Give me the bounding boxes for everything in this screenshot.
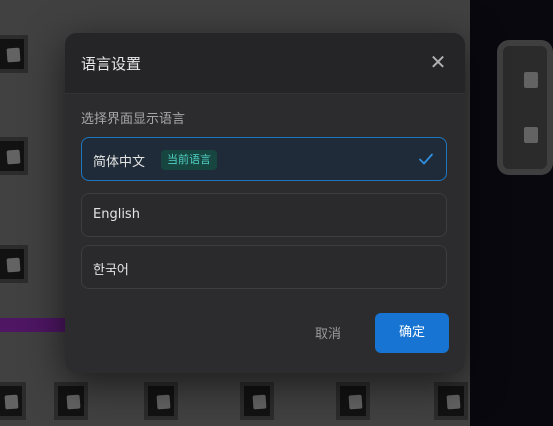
language-option-en[interactable]: English bbox=[81, 193, 447, 237]
language-option-zh[interactable]: 简体中文 当前语言 bbox=[81, 137, 447, 181]
current-language-badge: 当前语言 bbox=[161, 150, 217, 170]
confirm-button[interactable]: 确定 bbox=[375, 313, 449, 353]
close-icon[interactable]: ✕ bbox=[427, 51, 449, 73]
dialog-header: 语言设置 ✕ bbox=[65, 33, 465, 94]
cancel-button[interactable]: 取消 bbox=[315, 323, 341, 342]
language-option-ko[interactable]: 한국어 bbox=[81, 245, 447, 289]
language-option-label: English bbox=[93, 207, 140, 222]
checkmark-icon bbox=[419, 153, 433, 165]
dialog-title: 语言设置 bbox=[81, 55, 142, 73]
language-option-label: 한국어 bbox=[93, 263, 129, 278]
language-settings-dialog: 语言设置 ✕ 选择界面显示语言 简体中文 当前语言 English 한국어 取消… bbox=[65, 33, 465, 373]
dialog-subtitle: 选择界面显示语言 bbox=[81, 112, 186, 127]
language-option-label: 简体中文 bbox=[93, 155, 146, 170]
